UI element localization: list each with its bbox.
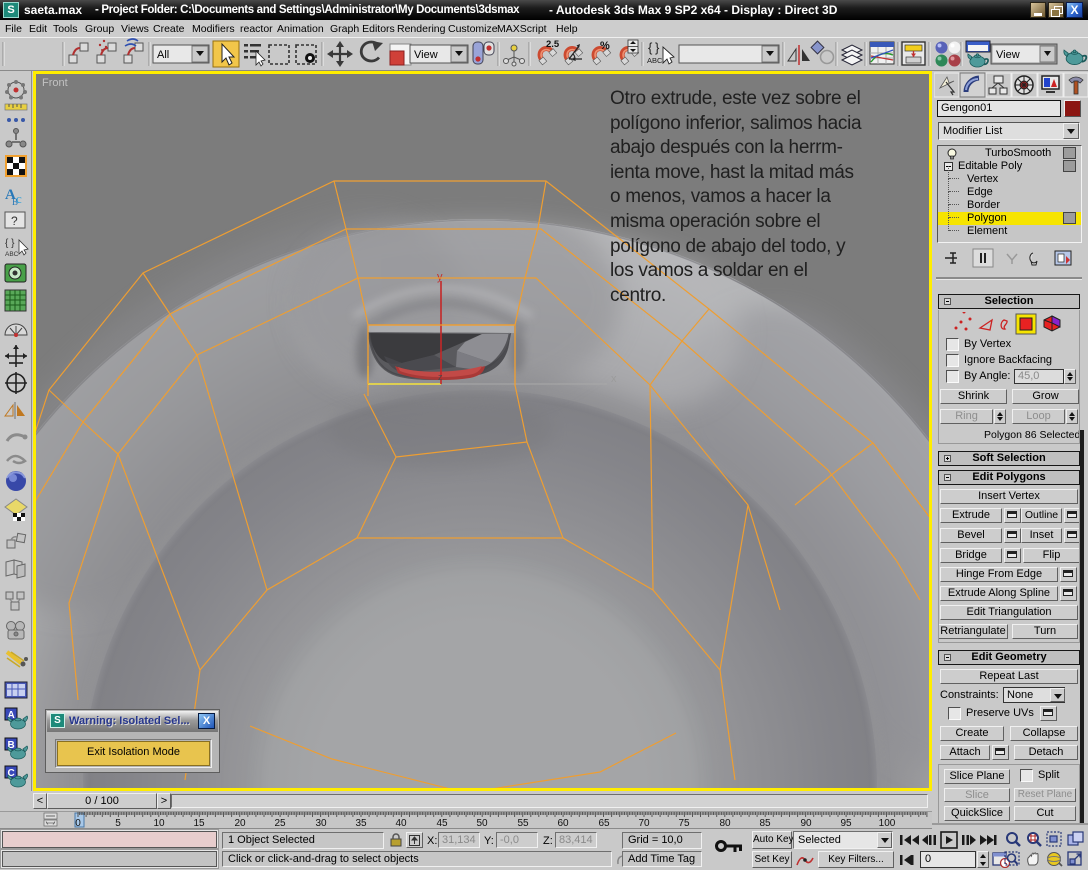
svg-text:65: 65	[598, 818, 610, 829]
svg-text:x: x	[611, 373, 617, 385]
svg-text:0: 0	[75, 818, 81, 829]
svg-text:70: 70	[638, 818, 650, 829]
svg-text:45: 45	[436, 818, 448, 829]
svg-text:All: All	[157, 49, 169, 61]
svg-text:ABC: ABC	[5, 251, 19, 258]
svg-text:%: %	[600, 40, 610, 52]
svg-text:40: 40	[395, 818, 407, 829]
svg-text:{ }: { }	[648, 40, 660, 55]
svg-text:2.5: 2.5	[546, 39, 560, 50]
svg-text:85: 85	[759, 818, 771, 829]
svg-text:z: z	[438, 372, 443, 382]
svg-text:5: 5	[115, 818, 121, 829]
svg-text:30: 30	[315, 818, 327, 829]
svg-text:{ }: { }	[5, 238, 15, 249]
svg-text:B: B	[12, 197, 18, 207]
svg-text:75: 75	[678, 818, 690, 829]
svg-text:25: 25	[274, 818, 286, 829]
svg-text:55: 55	[517, 818, 529, 829]
svg-text:50: 50	[476, 818, 488, 829]
svg-text:20: 20	[234, 818, 246, 829]
svg-text:15: 15	[193, 818, 205, 829]
svg-text:95: 95	[840, 818, 852, 829]
svg-text:80: 80	[719, 818, 731, 829]
svg-text:y: y	[437, 271, 443, 283]
svg-text:10: 10	[153, 818, 165, 829]
svg-text:35: 35	[355, 818, 367, 829]
svg-text:?: ?	[11, 214, 18, 228]
svg-text:View: View	[414, 49, 438, 61]
svg-text:90: 90	[800, 818, 812, 829]
svg-text:ABC: ABC	[647, 56, 663, 65]
svg-text:View: View	[996, 49, 1020, 61]
svg-text:60: 60	[557, 818, 569, 829]
svg-text:100: 100	[879, 818, 896, 829]
